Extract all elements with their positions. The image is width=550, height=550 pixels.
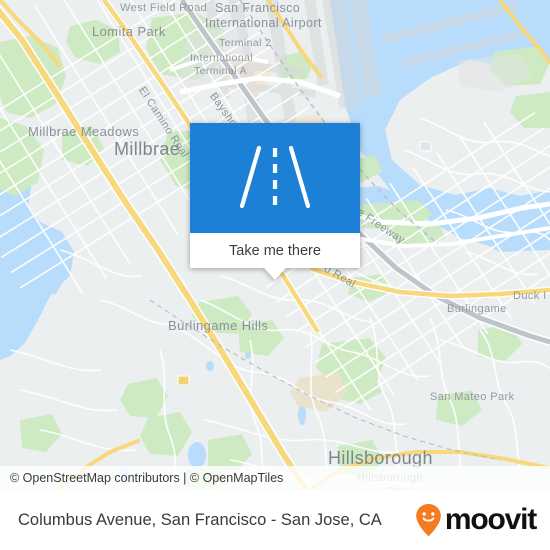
bottom-bar: Columbus Avenue, San Francisco - San Jos… (0, 490, 550, 550)
popup-footer[interactable]: Take me there (190, 233, 360, 280)
map-canvas[interactable]: West Field Road Lomita Park San Francisco I… (0, 0, 550, 490)
moovit-wordmark: moovit (444, 503, 537, 536)
app-root: West Field Road Lomita Park San Francisco I… (0, 0, 550, 550)
moovit-logo[interactable]: moovit (414, 503, 537, 537)
map-attribution: © OpenStreetMap contributors | © OpenMap… (0, 466, 550, 490)
road-icon (239, 145, 311, 209)
attribution-text: © OpenStreetMap contributors | © OpenMap… (10, 471, 284, 485)
map-pin-smiley-icon (416, 504, 441, 536)
page-title: Columbus Avenue, San Francisco - San Jos… (18, 510, 382, 529)
map-popup[interactable]: Take me there (190, 123, 360, 280)
popup-image (190, 123, 360, 233)
popup-tail (264, 268, 286, 280)
take-me-there-label: Take me there (229, 242, 321, 259)
